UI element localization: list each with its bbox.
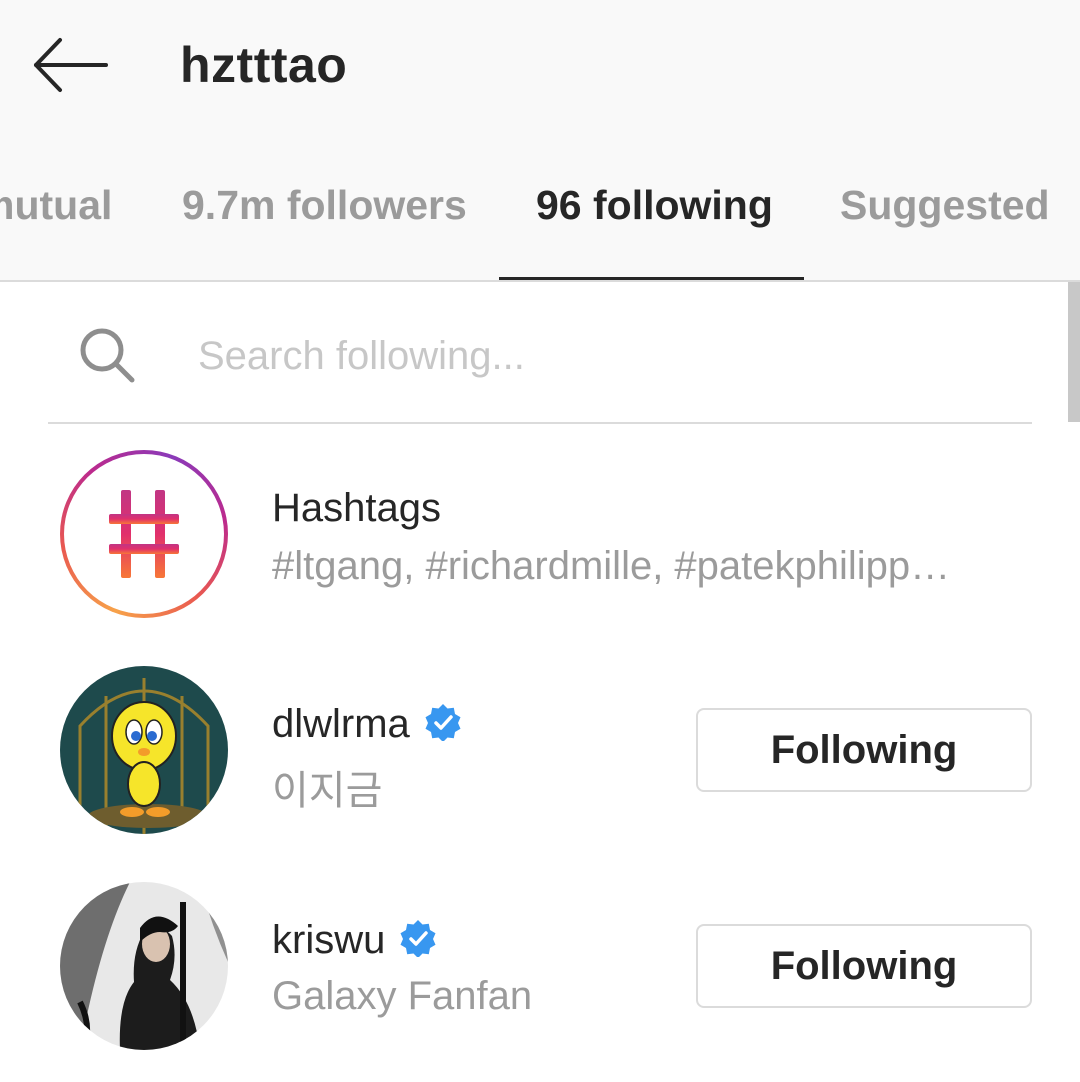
top-bar: hztttao mutual 9.7m followers 96 followi… [0,0,1080,282]
hashtags-title: Hashtags [272,486,441,530]
full-name: 이지금 [272,768,383,814]
search-bar [48,296,1032,424]
back-button[interactable] [30,30,110,100]
verified-badge-icon [400,920,436,958]
following-button[interactable]: Following [696,924,1032,1008]
active-tab-indicator [499,277,804,280]
page-title: hztttao [180,37,348,93]
tab-suggested[interactable]: Suggested [840,182,1050,229]
list-item[interactable]: kriswu Galaxy Fanfan Following [0,882,1080,1062]
username[interactable]: dlwlrma [272,702,462,747]
hashtags-avatar [60,450,228,618]
tab-following[interactable]: 96 following [536,182,773,229]
tab-mutual[interactable]: mutual [0,182,112,229]
arrow-left-icon [34,38,108,92]
full-name: Galaxy Fanfan [272,974,533,1018]
hashtags-list: #ltgang, #richardmille, #patekphilipp… [272,544,951,588]
scrollbar[interactable] [1068,282,1080,422]
tab-followers[interactable]: 9.7m followers [182,182,467,229]
username-text: kriswu [272,918,386,962]
hashtag-icon [109,490,179,578]
verified-badge-icon [425,704,461,742]
following-button[interactable]: Following [696,708,1032,792]
search-input[interactable] [198,326,978,386]
username-text: dlwlrma [272,702,410,746]
hashtags-row[interactable]: Hashtags #ltgang, #richardmille, #patekp… [0,450,1080,630]
search-icon [80,328,135,383]
tweety-bird-avatar[interactable] [60,666,228,834]
username[interactable]: kriswu [272,918,437,963]
kriswu-avatar[interactable] [60,882,228,1050]
list-item[interactable]: dlwlrma 이지금 Following [0,666,1080,846]
tab-bar: mutual 9.7m followers 96 following Sugge… [0,160,1080,282]
